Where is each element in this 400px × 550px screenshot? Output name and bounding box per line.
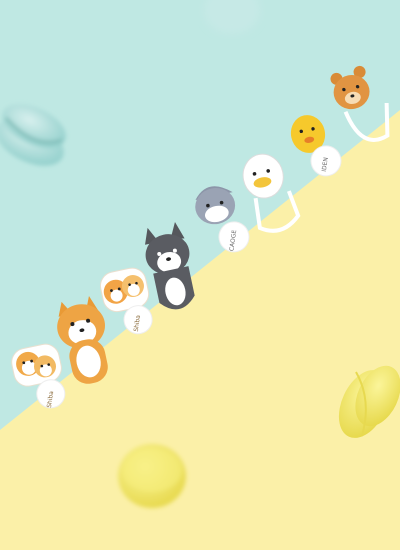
photo-canvas: Shiba Shiba CAOGE IDEN (0, 0, 400, 550)
product-photo: Shiba Shiba CAOGE IDEN (0, 0, 400, 550)
macaron-bottom (118, 444, 186, 508)
